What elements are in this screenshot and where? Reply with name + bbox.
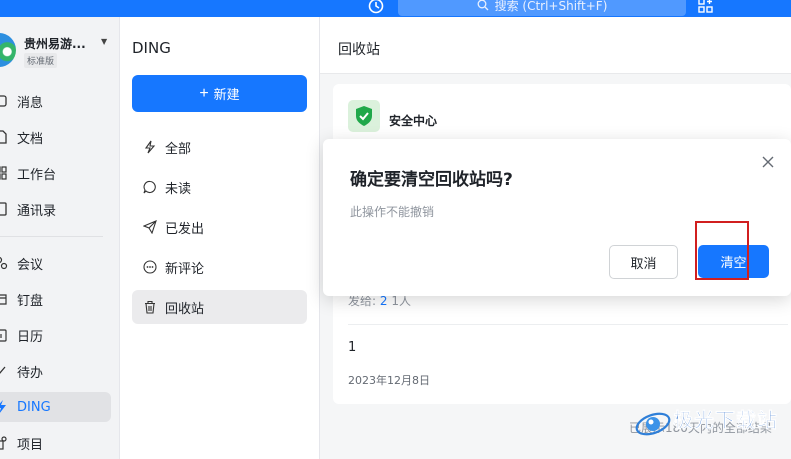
dialog-description: 此操作不能撤销 — [350, 205, 435, 219]
document-icon — [0, 130, 7, 144]
history-icon[interactable] — [367, 0, 385, 15]
ding-body: 1 — [348, 340, 357, 355]
sidebar-item-drive[interactable]: 钉盘 — [0, 284, 111, 314]
edition-badge: 标准版 — [24, 53, 58, 68]
new-ding-button[interactable]: + 新建 — [132, 75, 307, 112]
sidebar-item-contacts[interactable]: 通讯录 — [0, 194, 111, 224]
sidebar-item-label: 会议 — [17, 257, 44, 273]
sidebar-item-ding[interactable]: DING — [0, 392, 111, 422]
filter-all[interactable]: 全部 — [132, 130, 307, 164]
filter-new-comments[interactable]: 新评论 — [132, 250, 307, 284]
watermark: 极光下载站 — [633, 406, 791, 450]
contacts-icon — [0, 202, 7, 216]
sidebar-divider — [0, 236, 103, 237]
sidebar-item-project[interactable]: 项目 — [0, 428, 111, 458]
todo-icon — [0, 366, 6, 374]
sender-name: 安全中心 — [389, 114, 438, 128]
sidebar-item-docs[interactable]: 文档 — [0, 122, 111, 152]
ding-date: 2023年12月8日 — [348, 374, 430, 387]
ding-panel: DING + 新建 全部 未读 已发出 新评论 回收站 — [120, 17, 320, 459]
sidebar-item-workbench[interactable]: 工作台 — [0, 158, 111, 188]
sidebar-item-label: 日历 — [17, 329, 44, 345]
ding-icon — [0, 400, 6, 413]
trash-icon — [145, 300, 155, 314]
search-icon — [477, 0, 489, 11]
filter-label: 回收站 — [165, 301, 205, 317]
message-icon — [0, 95, 7, 107]
sidebar-item-label: 钉盘 — [17, 293, 44, 309]
meeting-icon — [0, 257, 8, 270]
sidebar-item-label: 消息 — [17, 95, 44, 111]
filter-label: 已发出 — [165, 221, 205, 237]
sent-count[interactable]: 2 — [380, 294, 388, 308]
sidebar-item-messages[interactable]: 消息 — [0, 86, 111, 116]
sidebar-item-label: 文档 — [17, 131, 44, 147]
page-title: 回收站 — [338, 42, 380, 58]
lightning-icon — [144, 140, 156, 154]
chat-bubble-icon — [143, 180, 156, 194]
highlight-box — [695, 221, 749, 280]
filter-unread[interactable]: 未读 — [132, 170, 307, 204]
org-avatar — [0, 33, 16, 67]
calendar-icon — [0, 329, 7, 342]
card-divider — [348, 324, 788, 325]
cancel-button[interactable]: 取消 — [609, 245, 678, 279]
dialog-title: 确定要清空回收站吗? — [350, 170, 513, 190]
sidebar-item-label: 通讯录 — [17, 203, 57, 219]
sidebar-item-label: 工作台 — [17, 167, 57, 183]
filter-label: 未读 — [165, 181, 192, 197]
filter-label: 新评论 — [165, 261, 205, 277]
sidebar-item-label: 项目 — [17, 437, 44, 453]
close-icon[interactable] — [760, 154, 776, 170]
shield-icon — [356, 106, 372, 126]
search-input[interactable]: 搜索 (Ctrl+Shift+F) — [398, 0, 686, 16]
project-icon — [0, 436, 7, 450]
filter-recycle-bin[interactable]: 回收站 — [132, 290, 307, 324]
top-bar: 搜索 (Ctrl+Shift+F) — [0, 0, 791, 17]
sent-prefix: 发给: — [348, 294, 377, 308]
sidebar-item-meeting[interactable]: 会议 — [0, 248, 111, 278]
left-sidebar: 贵州易游... ▼ 标准版 消息 文档 工作台 通讯录 会议 钉盘 日历 待办 … — [0, 17, 120, 459]
sidebar-item-todo[interactable]: 待办 — [0, 356, 111, 386]
plus-icon: + — [199, 84, 209, 102]
apps-icon[interactable] — [698, 0, 714, 14]
workbench-icon — [0, 166, 7, 180]
chevron-down-icon[interactable]: ▼ — [101, 37, 107, 46]
sent-suffix: 1人 — [391, 294, 411, 308]
search-placeholder: 搜索 (Ctrl+Shift+F) — [494, 0, 608, 13]
watermark-text: 极光下载站 — [673, 408, 778, 433]
org-name: 贵州易游... — [24, 37, 86, 51]
new-button-label: 新建 — [213, 87, 240, 102]
send-icon — [143, 220, 157, 234]
filter-label: 全部 — [165, 141, 192, 157]
security-center-avatar — [348, 100, 380, 132]
sidebar-item-label: DING — [17, 399, 51, 415]
comment-icon — [143, 260, 157, 274]
drive-icon — [0, 294, 7, 305]
org-switcher[interactable]: 贵州易游... ▼ 标准版 — [0, 31, 119, 75]
sidebar-item-calendar[interactable]: 日历 — [0, 320, 111, 350]
content-header: 回收站 — [320, 17, 791, 74]
sidebar-item-label: 待办 — [17, 365, 44, 381]
filter-sent[interactable]: 已发出 — [132, 210, 307, 244]
panel-title: DING — [132, 39, 171, 57]
watermark-logo-icon — [635, 412, 671, 436]
